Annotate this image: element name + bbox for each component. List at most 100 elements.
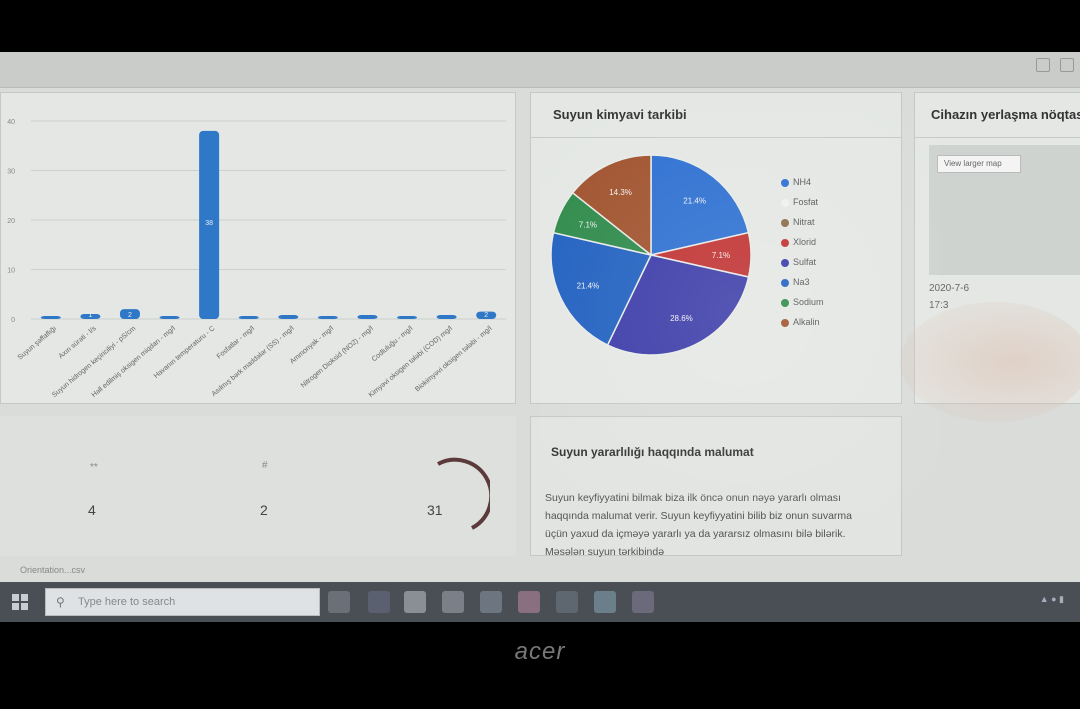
- x-tick-label: Fosfatlar - mg/l: [216, 325, 257, 361]
- bar-chart-card: 0 10 20 30 40 Suyun şəffaflığı 1 Axın sürəti - …: [0, 92, 516, 404]
- legend-item[interactable]: Sulfat: [781, 257, 816, 267]
- legend-item[interactable]: Fosfat: [781, 197, 818, 207]
- pie-slice-label: 21.4%: [577, 281, 600, 290]
- legend-label: NH4: [793, 177, 812, 187]
- x-tick-label: Axın sürəti - l/s: [58, 325, 98, 360]
- card-divider: [531, 137, 901, 138]
- laptop-screen: 0 10 20 30 40 Suyun şəffaflığı 1 Axın sürəti - …: [0, 52, 1080, 622]
- bar-value-label: 38: [205, 220, 213, 227]
- photo-frame: 0 10 20 30 40 Suyun şəffaflığı 1 Axın sürəti - …: [0, 0, 1080, 709]
- info-text: Suyun keyfiyyatini bilmak biza ilk öncə …: [545, 492, 852, 558]
- y-tick-label: 10: [7, 268, 15, 275]
- task-view-icon[interactable]: [328, 591, 350, 613]
- legend-swatch: [781, 238, 789, 247]
- info-card: Suyun yararlılığı haqqında malumat Suyun…: [530, 416, 902, 558]
- legend-label: Fosfat: [793, 197, 819, 207]
- stat-caption: #: [262, 460, 268, 471]
- map-date: 2020-7-6: [929, 283, 970, 294]
- map-card: Cihazın yerlaşma nöqtası View larger map…: [914, 92, 1080, 404]
- pie-slice-label: 14.3%: [609, 188, 632, 197]
- x-tick-label: Asılmış bərk maddələr (SS) - mg/l: [211, 325, 296, 398]
- search-icon: ⚲: [56, 595, 65, 609]
- pie-chart-card: Suyun kimyavi tarkibi 21.4% 7.1% 28.6% 21.4…: [530, 92, 902, 404]
- gauge-value: 31: [427, 502, 443, 518]
- stats-card: ** 4 # 2 31: [0, 416, 516, 556]
- legend-item[interactable]: Sodium: [781, 297, 824, 307]
- app-icon[interactable]: [594, 591, 616, 613]
- taskbar: ⚲ Type here to search ▲ ● ▮: [0, 582, 1080, 622]
- legend-label: Sulfat: [793, 257, 817, 267]
- card-divider: [915, 137, 1080, 138]
- bar: [397, 316, 418, 319]
- search-placeholder: Type here to search: [78, 596, 176, 608]
- legend-label: Sodium: [793, 297, 824, 307]
- bar-chart: 0 10 20 30 40 Suyun şəffaflığı 1 Axın sürəti - …: [7, 119, 506, 399]
- file-explorer-icon[interactable]: [404, 591, 426, 613]
- edge-icon[interactable]: [368, 591, 390, 613]
- window-control-icon[interactable]: [1036, 58, 1050, 72]
- app-icon[interactable]: [556, 591, 578, 613]
- windows-start-icon[interactable]: [10, 592, 30, 612]
- legend-swatch: [781, 178, 789, 187]
- browser-top-bar: [0, 52, 1080, 88]
- stat-value: 2: [260, 502, 268, 518]
- app-icon[interactable]: [632, 591, 654, 613]
- legend-swatch: [781, 298, 789, 307]
- legend-label: Na3: [793, 277, 810, 287]
- window-close-icon[interactable]: [1060, 58, 1074, 72]
- legend-swatch: [781, 198, 789, 207]
- mail-icon[interactable]: [480, 591, 502, 613]
- legend-swatch: [781, 258, 789, 267]
- y-tick-label: 0: [11, 317, 15, 324]
- legend-swatch: [781, 218, 789, 227]
- pie-slice-label: 7.1%: [712, 251, 730, 260]
- gauge-arc: [437, 457, 490, 530]
- legend-item[interactable]: Xlorid: [781, 237, 816, 247]
- x-tick-label: Suyun hidrogen keçiriciliyi - pS/cm: [51, 325, 137, 399]
- x-tick-label: Suyun şəffaflığı: [17, 325, 58, 361]
- stat-caption: **: [90, 462, 98, 473]
- download-item[interactable]: Orientation...csv: [20, 565, 85, 575]
- x-tick-label: Nitrogen Dioksid (NO2) - mg/l: [300, 325, 375, 390]
- legend-swatch: [781, 278, 789, 287]
- pie-chart: 21.4% 7.1% 28.6% 21.4% 7.1% 14.3%: [550, 154, 752, 356]
- x-tick-label: Həll edilmiş oksigen miqdarı - mg/l: [91, 325, 177, 399]
- laptop-brand-logo: acer: [514, 638, 566, 665]
- y-tick-label: 20: [7, 218, 15, 225]
- bar: [40, 316, 61, 319]
- bar: [317, 316, 338, 319]
- legend-label: Nitrat: [793, 217, 815, 227]
- system-tray[interactable]: ▲ ● ▮: [1040, 594, 1064, 605]
- bar: [159, 316, 180, 319]
- legend-label: Xlorid: [793, 237, 817, 247]
- map-card-title: Cihazın yerlaşma nöqtası: [931, 107, 1080, 122]
- pie-slice-label: 28.6%: [670, 314, 693, 323]
- bar: [278, 315, 299, 319]
- x-tick-label: Biokimyəvi oksigen tələbi - mg/l: [414, 325, 494, 393]
- bar: [238, 316, 259, 319]
- pie-slice-label: 7.1%: [579, 221, 597, 230]
- view-larger-map-button[interactable]: View larger map: [937, 155, 1021, 173]
- info-card-title: Suyun yararlılığı haqqında malumat: [551, 445, 754, 459]
- stat-value: 4: [88, 502, 96, 518]
- pie-card-title: Suyun kimyavi tarkibi: [553, 107, 687, 122]
- bar: [436, 315, 457, 319]
- legend-item[interactable]: Nitrat: [781, 217, 815, 227]
- legend-item[interactable]: Na3: [781, 277, 810, 287]
- y-tick-label: 40: [7, 119, 15, 126]
- bar-value-label: 1: [88, 312, 92, 319]
- store-icon[interactable]: [442, 591, 464, 613]
- legend-item[interactable]: NH4: [781, 177, 811, 187]
- legend-item[interactable]: Alkalin: [781, 317, 820, 327]
- x-tick-label: Kimyəvi oksigen tələbi (COD) mg/l: [368, 325, 454, 399]
- taskbar-search-input[interactable]: ⚲ Type here to search: [45, 588, 320, 616]
- pie-slice-label: 21.4%: [683, 196, 706, 205]
- app-icon[interactable]: [518, 591, 540, 613]
- legend-label: Alkalin: [793, 317, 820, 327]
- x-tick-label: Codluluğu - mg/l: [371, 325, 415, 363]
- bar: [357, 315, 378, 319]
- map-time: 17:3: [929, 300, 949, 311]
- legend-swatch: [781, 318, 789, 327]
- y-tick-label: 30: [7, 169, 15, 176]
- bar-value-label: 2: [484, 312, 488, 319]
